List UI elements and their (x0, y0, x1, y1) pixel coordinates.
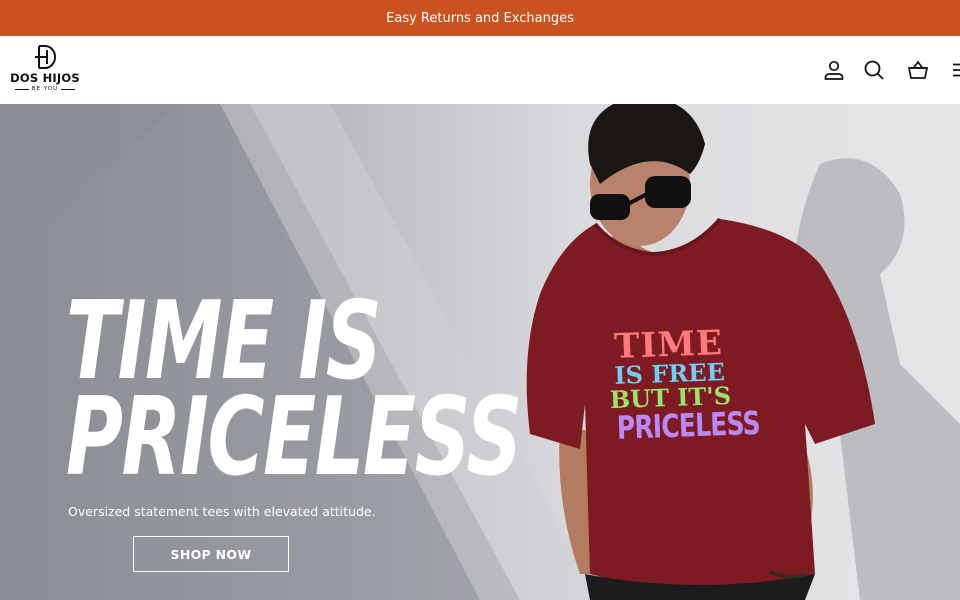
brand-logo[interactable]: DOS HIJOS BE YOU (8, 44, 82, 96)
hero-subtext: Oversized statement tees with elevated a… (68, 504, 376, 519)
logo-wordmark: DOS HIJOS (10, 71, 80, 85)
announcement-bar: Easy Returns and Exchanges (0, 0, 960, 36)
cart-icon[interactable] (906, 58, 930, 82)
hero-headline-line2: PRICELESS (66, 375, 522, 500)
search-icon[interactable] (862, 58, 886, 82)
tee-graphic: TIME IS FREE BUT IT'S PRICELESS (598, 323, 761, 447)
menu-icon[interactable] (950, 58, 960, 82)
logo-tagline-text: BE YOU (31, 86, 59, 92)
account-icon[interactable] (822, 58, 846, 82)
announcement-text: Easy Returns and Exchanges (386, 10, 574, 26)
tee-print-line4: PRICELESS (616, 403, 761, 447)
logo-monogram-icon (35, 45, 56, 69)
site-header: DOS HIJOS BE YOU (0, 36, 960, 104)
shop-now-button[interactable]: SHOP NOW (133, 536, 289, 572)
hero-headline: TIME IS PRICELESS (66, 288, 522, 500)
hero-banner: TIME IS FREE BUT IT'S PRICELESS TIME IS … (0, 104, 960, 600)
header-actions (790, 36, 960, 104)
logo-tagline: BE YOU (14, 86, 76, 92)
